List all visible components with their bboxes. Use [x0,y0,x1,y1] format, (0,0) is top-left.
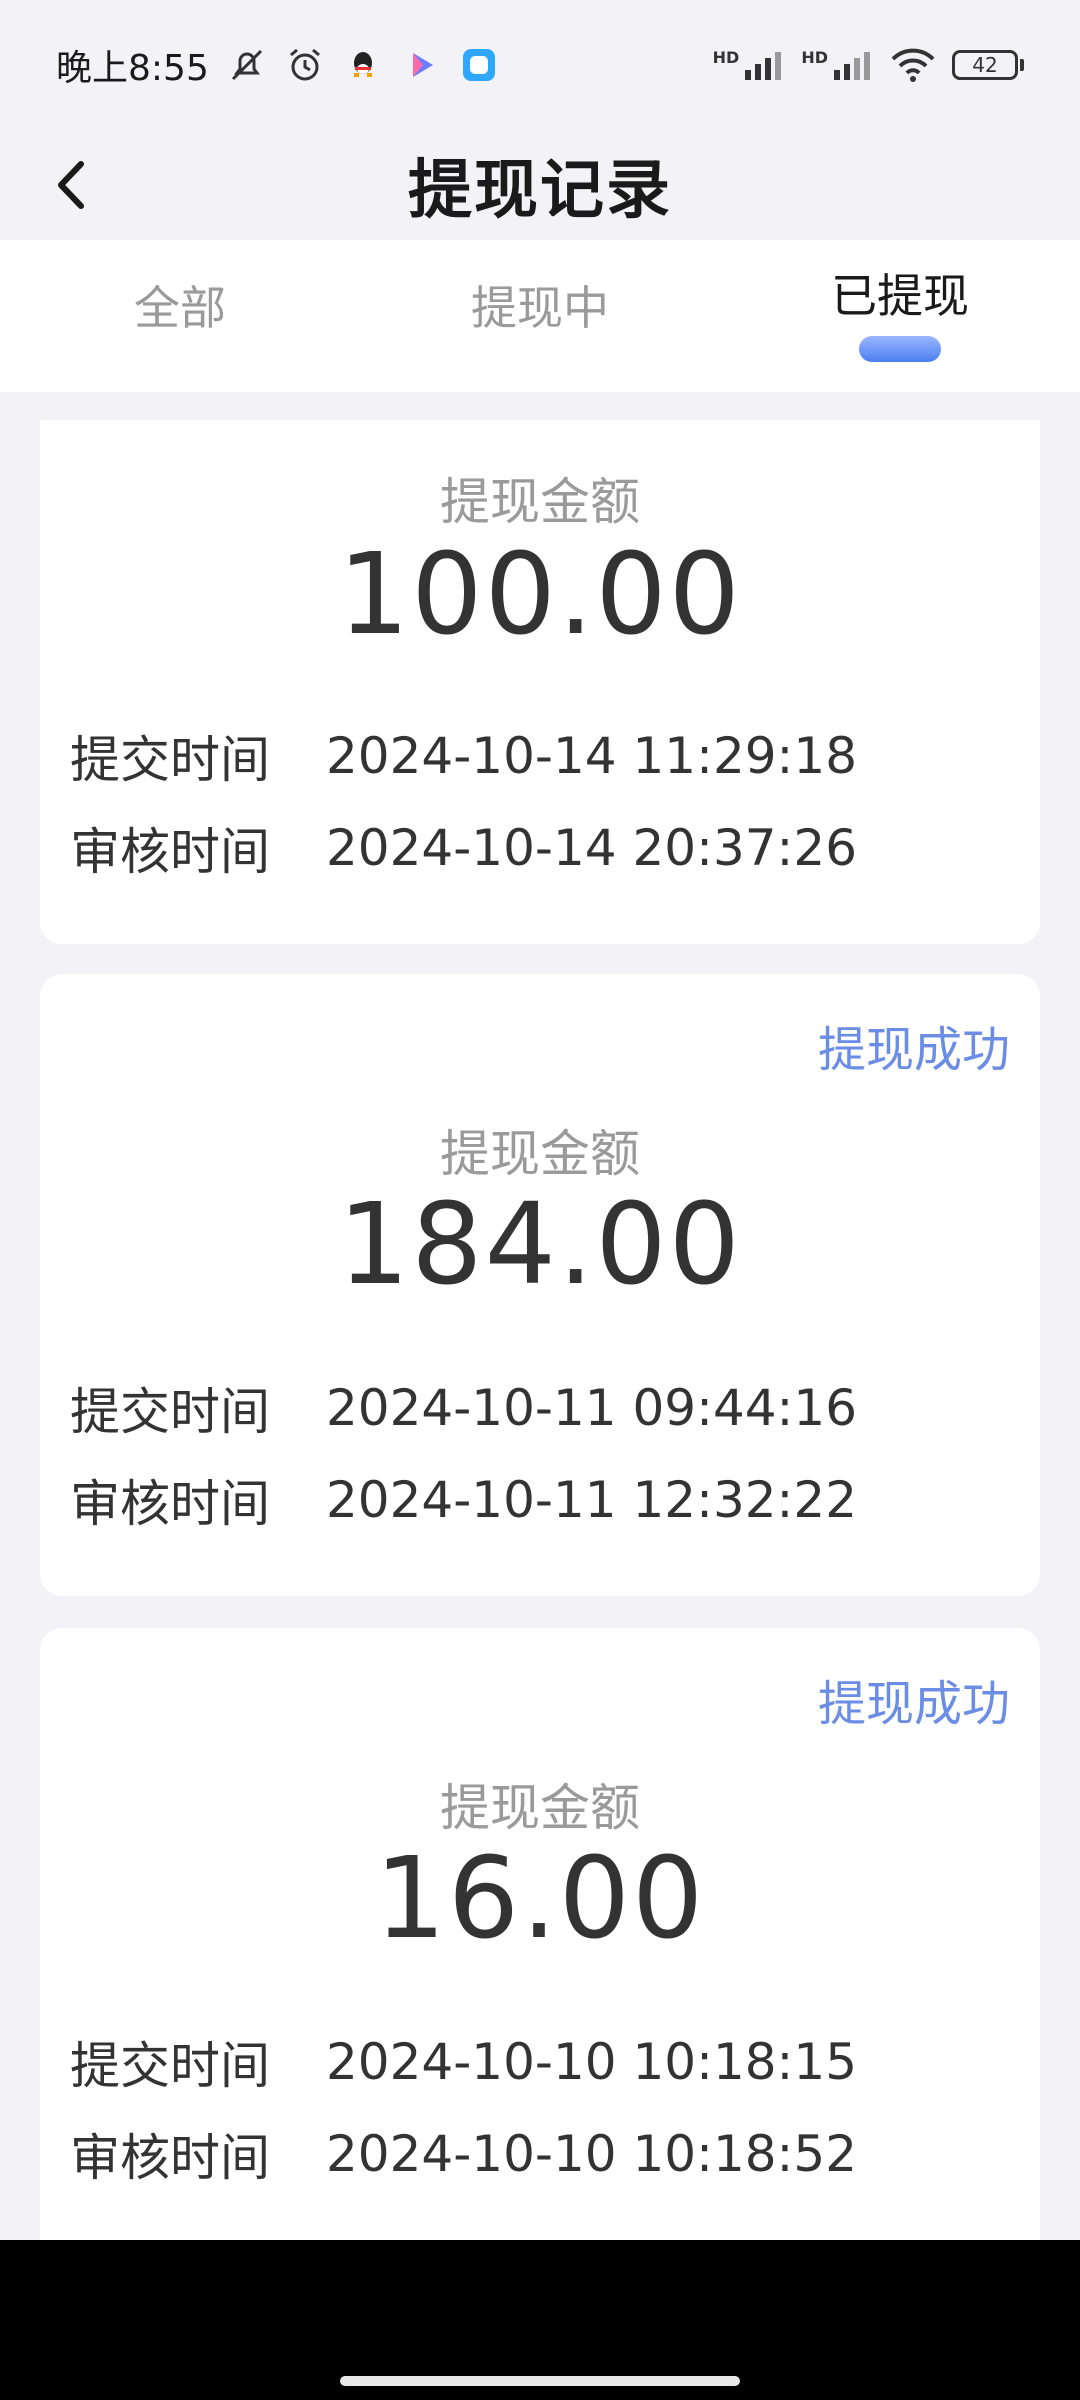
tab-label: 提现中 [471,281,609,335]
chevron-left-icon [58,161,84,209]
amount-label: 提现金额 [440,1125,640,1183]
submit-time-value: 2024-10-14 11:29:18 [326,727,858,785]
tab-active-indicator [859,336,941,362]
app-root: 晚上8:55 HD HD 42 提现记录 全部 提现中 已提现 提现金额 100… [0,0,1080,2400]
page-title: 提现记录 [408,154,672,228]
status-bar-right: HD HD 42 [713,47,1024,83]
amount-value: 184.00 [338,1180,742,1310]
mute-icon [227,45,267,85]
review-time-row: 审核时间 2024-10-10 10:18:52 [70,2118,1010,2190]
battery-level: 42 [952,50,1018,80]
battery-icon: 42 [952,50,1024,80]
back-button[interactable] [36,150,106,220]
submit-time-value: 2024-10-11 09:44:16 [326,1379,858,1437]
tab-withdrawn[interactable]: 已提现 [770,240,1030,392]
chat-app-icon [459,45,499,85]
withdrawal-record-list[interactable]: 提现金额 100.00 提交时间 2024-10-14 11:29:18 审核时… [40,420,1040,2240]
signal-label: HD [801,48,828,67]
tab-label: 已提现 [831,269,969,323]
alarm-icon [285,45,325,85]
video-app-icon [401,45,441,85]
submit-time-value: 2024-10-10 10:18:15 [326,2033,858,2091]
review-time-label: 审核时间 [70,2129,270,2187]
submit-time-row: 提交时间 2024-10-10 10:18:15 [70,2026,1010,2098]
tab-label: 全部 [134,281,226,335]
review-time-value: 2024-10-14 20:37:26 [326,819,858,877]
record-card[interactable]: 提现金额 100.00 提交时间 2024-10-14 11:29:18 审核时… [40,420,1040,944]
signal-label: HD [712,48,740,67]
status-time: 晚上8:55 [56,48,209,89]
status-bar-left: 晚上8:55 [56,39,499,91]
review-time-label: 审核时间 [70,1475,270,1533]
review-time-label: 审核时间 [70,823,270,881]
submit-time-row: 提交时间 2024-10-14 11:29:18 [70,720,1010,792]
amount-label: 提现金额 [440,1779,640,1837]
status-badge: 提现成功 [817,1022,1010,1078]
amount-label: 提现金额 [440,473,640,531]
submit-time-label: 提交时间 [70,731,270,789]
submit-time-row: 提交时间 2024-10-11 09:44:16 [70,1372,1010,1444]
record-card[interactable]: 提现成功 提现金额 16.00 提交时间 2024-10-10 10:18:15… [40,1628,1040,2240]
submit-time-label: 提交时间 [70,1383,270,1441]
qq-icon [343,45,383,85]
amount-value: 100.00 [338,530,742,660]
home-indicator[interactable] [340,2376,740,2386]
review-time-row: 审核时间 2024-10-14 20:37:26 [70,812,1010,884]
submit-time-label: 提交时间 [70,2037,270,2095]
review-time-value: 2024-10-11 12:32:22 [326,1471,858,1529]
signal-icon: HD [801,48,874,82]
amount-value: 16.00 [374,1834,706,1964]
signal-icon: HD [713,48,786,82]
system-nav-bar [0,2240,1080,2400]
review-time-row: 审核时间 2024-10-11 12:32:22 [70,1464,1010,1536]
page-header: 提现记录 [0,130,1080,240]
tab-bar: 全部 提现中 已提现 [0,240,1080,392]
tab-processing[interactable]: 提现中 [410,240,670,392]
status-bar: 晚上8:55 HD HD 42 [0,0,1080,130]
tab-all[interactable]: 全部 [50,240,310,392]
status-badge: 提现成功 [817,1676,1010,1732]
record-card[interactable]: 提现成功 提现金额 184.00 提交时间 2024-10-11 09:44:1… [40,974,1040,1596]
review-time-value: 2024-10-10 10:18:52 [326,2125,858,2183]
wifi-icon [890,47,936,83]
